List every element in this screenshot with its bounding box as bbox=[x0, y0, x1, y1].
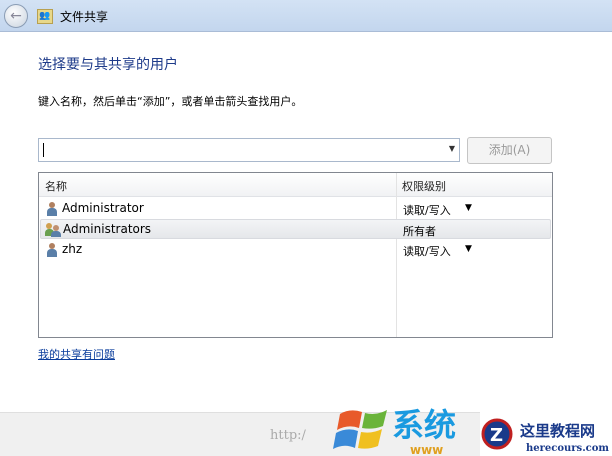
permission-level: 所有者 bbox=[403, 225, 436, 238]
svg-text:www: www bbox=[410, 443, 443, 456]
list-item[interactable]: Administrator 读取/写入 ▼ bbox=[40, 199, 551, 219]
permission-level[interactable]: 读取/写入 bbox=[403, 243, 451, 259]
user-name: Administrators bbox=[63, 222, 152, 236]
list-item[interactable]: zhz 读取/写入 ▼ bbox=[40, 240, 551, 260]
back-button[interactable]: ← bbox=[4, 4, 28, 28]
group-icon bbox=[45, 223, 61, 237]
svg-text:系统: 系统 bbox=[392, 406, 456, 444]
dropdown-arrow-icon[interactable]: ▼ bbox=[449, 144, 455, 153]
users-list[interactable]: 名称 权限级别 Administrator 读取/写入 ▼ Administra… bbox=[38, 172, 553, 338]
watermark-logo: 系统 www Z 这里教程网 herecours.com bbox=[333, 406, 612, 456]
column-header-name[interactable]: 名称 bbox=[45, 178, 67, 194]
user-name-combobox[interactable]: ▼ bbox=[38, 138, 460, 162]
list-header: 名称 权限级别 bbox=[39, 173, 552, 197]
title-bar: ← 👥 文件共享 bbox=[0, 0, 612, 32]
file-sharing-icon: 👥 bbox=[37, 9, 53, 24]
svg-text:Z: Z bbox=[490, 425, 503, 446]
page-heading: 选择要与其共享的用户 bbox=[38, 57, 178, 73]
watermark-url: http:/ bbox=[270, 428, 306, 443]
add-button[interactable]: 添加(A) bbox=[467, 137, 552, 164]
window-title: 文件共享 bbox=[60, 10, 109, 24]
permission-level[interactable]: 读取/写入 bbox=[403, 202, 451, 218]
svg-text:herecours.com: herecours.com bbox=[526, 443, 609, 454]
user-name: zhz bbox=[62, 242, 83, 256]
permission-dropdown-icon[interactable]: ▼ bbox=[465, 244, 472, 254]
user-name: Administrator bbox=[62, 201, 144, 215]
permission-dropdown-icon[interactable]: ▼ bbox=[465, 203, 472, 213]
column-header-permission[interactable]: 权限级别 bbox=[402, 178, 446, 194]
instruction-text: 键入名称，然后单击“添加”，或者单击箭头查找用户。 bbox=[38, 95, 303, 108]
list-item[interactable]: Administrators 所有者 bbox=[40, 219, 551, 239]
sharing-help-link[interactable]: 我的共享有问题 bbox=[38, 346, 115, 362]
svg-text:这里教程网: 这里教程网 bbox=[520, 422, 595, 440]
windows-logo-icon bbox=[333, 410, 387, 449]
back-arrow-icon: ← bbox=[10, 8, 22, 24]
user-icon bbox=[46, 243, 57, 257]
user-icon bbox=[46, 202, 57, 216]
text-cursor bbox=[43, 143, 44, 157]
